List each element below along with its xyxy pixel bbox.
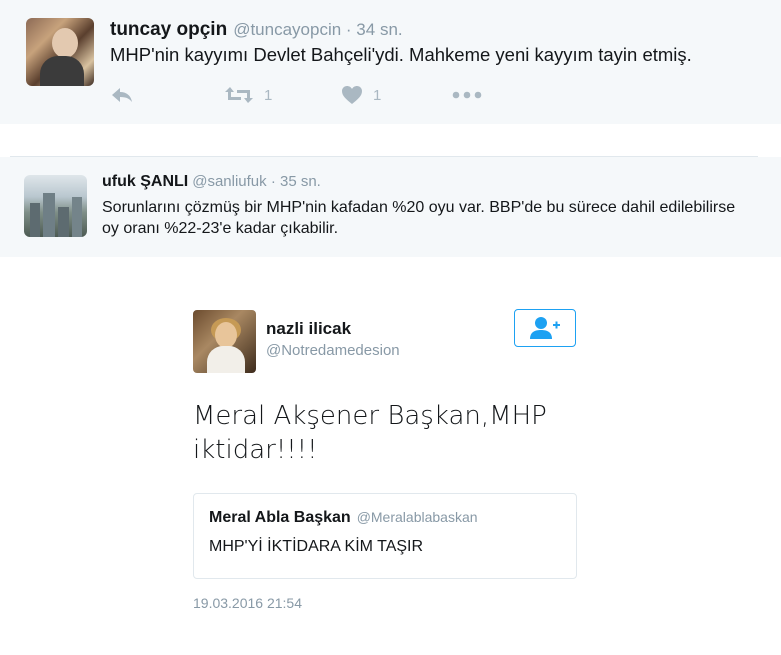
reply-button[interactable] bbox=[110, 85, 134, 105]
author-handle[interactable]: @sanliufuk · 35 sn. bbox=[192, 173, 321, 190]
author-handle[interactable]: @tuncayopcin · 34 sn. bbox=[233, 20, 402, 39]
tweet-ufuk[interactable]: ufuk ŞANLI @sanliufuk · 35 sn. Sorunların… bbox=[0, 157, 781, 257]
tweet-time[interactable]: · 34 sn. bbox=[346, 20, 403, 39]
more-button[interactable] bbox=[452, 91, 482, 99]
avatar[interactable] bbox=[26, 18, 94, 86]
follow-user-icon bbox=[530, 317, 560, 339]
reply-icon bbox=[112, 88, 132, 102]
tweet-tuncay[interactable]: tuncay opçin @tuncayopcin · 34 sn. MHP'ni… bbox=[0, 0, 781, 124]
quoted-author[interactable]: Meral Abla Başkan @Meralablabaskan bbox=[209, 509, 478, 527]
follow-button[interactable] bbox=[514, 309, 576, 347]
author-name[interactable]: ufuk ŞANLI bbox=[102, 173, 188, 190]
tweet-author[interactable]: ufuk ŞANLI @sanliufuk · 35 sn. bbox=[102, 173, 321, 191]
retweet-icon bbox=[225, 87, 253, 103]
like-count: 1 bbox=[373, 86, 382, 104]
author-name[interactable]: tuncay opçin bbox=[110, 19, 227, 40]
quoted-tweet[interactable]: Meral Abla Başkan @Meralablabaskan MHP'Yİ… bbox=[193, 493, 577, 579]
embedded-tweet: nazli ilicak @Notredamedesion Meral Akşe… bbox=[0, 257, 781, 655]
quoted-handle[interactable]: @Meralablabaskan bbox=[357, 509, 478, 525]
like-button[interactable]: 1 bbox=[341, 85, 381, 105]
avatar[interactable] bbox=[193, 310, 256, 373]
retweet-button[interactable]: 1 bbox=[224, 85, 272, 105]
tweet-author[interactable]: tuncay opçin @tuncayopcin · 34 sn. bbox=[110, 19, 403, 41]
tweet-time[interactable]: · 35 sn. bbox=[271, 173, 321, 190]
retweet-count: 1 bbox=[264, 86, 273, 104]
heart-icon bbox=[342, 86, 362, 104]
more-icon bbox=[452, 91, 482, 99]
quoted-text: MHP'Yİ İKTİDARA KİM TAŞIR bbox=[209, 538, 424, 555]
timestamp[interactable]: 19.03.2016 21:54 bbox=[193, 595, 302, 611]
author-handle[interactable]: @Notredamedesion bbox=[266, 342, 400, 359]
tweet-actions: 1 1 bbox=[110, 85, 510, 109]
tweet-text: Meral Akşener Başkan,MHP iktidar!!!! bbox=[193, 401, 547, 465]
tweet-text: Sorunlarını çözmüş bir MHP'nin kafadan %… bbox=[102, 199, 736, 237]
author-name[interactable]: nazli ilicak bbox=[266, 319, 351, 339]
tweet-text: MHP'nin kayyımı Devlet Bahçeli'ydi. Mahk… bbox=[110, 44, 692, 65]
avatar[interactable] bbox=[24, 175, 87, 237]
